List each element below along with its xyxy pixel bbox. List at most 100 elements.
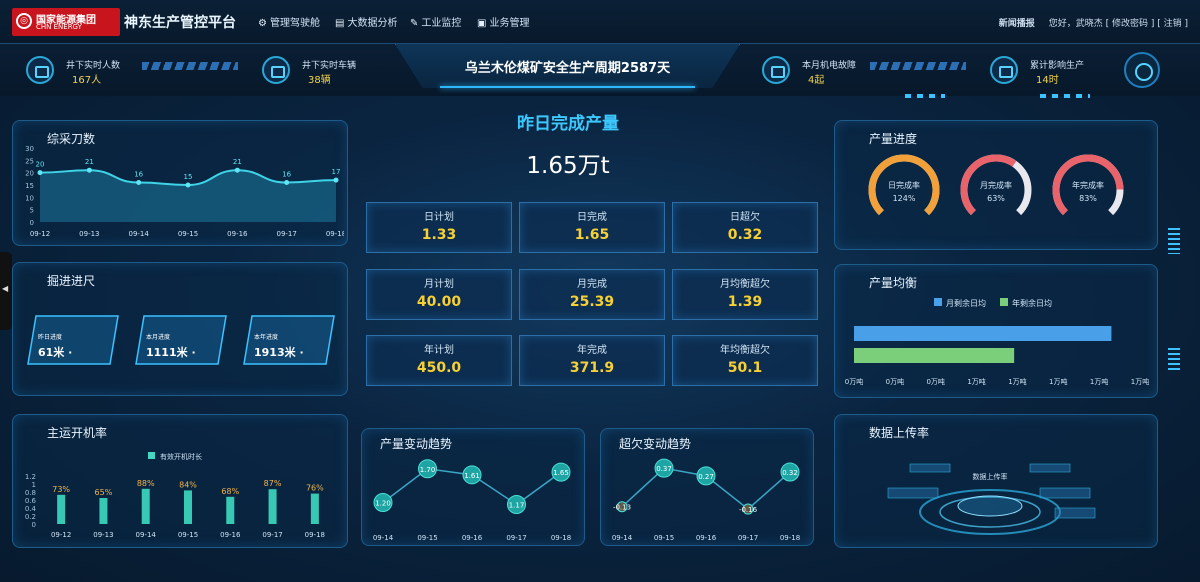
nav-business-management[interactable]: ▣ 业务管理 xyxy=(477,14,529,29)
card-value: 1111米 · xyxy=(146,346,196,359)
x-tick-label: 09-17 xyxy=(738,534,758,542)
nav-management-cockpit[interactable]: ⚙ 管理驾驶舱 xyxy=(258,14,320,29)
data-point xyxy=(136,180,142,186)
box-value: 50.1 xyxy=(727,360,763,376)
menu-toggle-button[interactable] xyxy=(1124,52,1160,88)
legend-label: 有效开机时长 xyxy=(160,452,202,461)
side-collapse-tab[interactable]: ◀ xyxy=(0,252,12,330)
news-broadcast-link[interactable]: 新闻播报 xyxy=(999,19,1035,29)
data-label: 16 xyxy=(134,171,143,179)
stat-underground-vehicles: 井下实时车辆 38辆 xyxy=(262,50,382,90)
nav-industrial-monitoring[interactable]: ✎ 工业监控 xyxy=(410,14,461,29)
fault-icon xyxy=(762,56,790,84)
safety-banner-text: 乌兰木伦煤矿安全生产周期2587天 xyxy=(464,61,671,76)
dash-decoration xyxy=(905,94,945,98)
bar xyxy=(310,493,319,524)
stat-label: 井下实时车辆 xyxy=(302,61,357,71)
data-point xyxy=(333,177,339,183)
clock-icon xyxy=(990,56,1018,84)
x-tick-label: 09-14 xyxy=(136,531,157,539)
user-info[interactable]: 您好，武晓杰 [ 修改密码 ] [ 注销 ] xyxy=(1049,19,1188,29)
panel-title: 数据上传率 xyxy=(869,426,930,440)
bar-label: 87% xyxy=(264,479,282,488)
balance-bar xyxy=(854,326,1112,341)
data-label: 0.32 xyxy=(782,469,798,477)
box-daily-surplus: 日超欠 0.32 xyxy=(672,202,818,253)
stat-electromechanical-faults: 本月机电故障 4起 xyxy=(762,50,882,90)
data-label: 1.65 xyxy=(553,469,569,477)
x-tick-label: 09-13 xyxy=(79,230,99,238)
bar xyxy=(268,489,277,524)
briefcase-icon: ▣ xyxy=(477,18,487,29)
x-tick-label: 09-15 xyxy=(178,531,198,539)
upload-hologram xyxy=(887,463,1096,535)
data-label: -0.13 xyxy=(613,504,631,512)
bar xyxy=(226,496,235,524)
tunneling-card-daily[interactable]: 昨日进度 61米 · xyxy=(26,312,120,368)
legend-label: 月剩余日均 xyxy=(946,299,986,308)
data-label: 1.61 xyxy=(464,472,480,480)
stripe-decoration xyxy=(870,62,966,70)
tunneling-card-yearly[interactable]: 本年进度 1913米 · xyxy=(242,312,336,368)
gauge-label: 月完成率 xyxy=(980,180,1012,190)
box-label: 日完成 xyxy=(577,212,607,223)
legend-swatch xyxy=(148,452,155,459)
box-label: 年完成 xyxy=(577,345,607,356)
box-yearly-plan: 年计划 450.0 xyxy=(366,335,512,386)
banner-underline xyxy=(440,86,695,88)
logo-text-en: CHN ENERGY xyxy=(36,23,82,31)
box-value: 1.33 xyxy=(421,227,457,243)
x-tick-label: 1万吨 xyxy=(1008,377,1026,386)
data-label: 21 xyxy=(85,158,94,166)
panel-title: 产量均衡 xyxy=(869,276,918,290)
x-tick-label: 09-17 xyxy=(506,534,526,542)
bar-label: 68% xyxy=(221,487,239,496)
data-label: 20 xyxy=(36,161,45,169)
y-tick-label: 30 xyxy=(25,145,34,153)
box-value: 450.0 xyxy=(416,360,462,376)
caret-left-icon: ◀ xyxy=(2,284,9,293)
gauge-label: 日完成率 xyxy=(888,180,920,190)
gear-icon: ⚙ xyxy=(258,18,267,29)
stat-value: 4起 xyxy=(808,75,825,86)
chn-energy-logo[interactable]: ◎ 国家能源集团 CHN ENERGY xyxy=(12,8,120,36)
stat-label: 本月机电故障 xyxy=(802,61,857,71)
box-label: 月计划 xyxy=(424,279,454,290)
stat-value: 14时 xyxy=(1036,75,1059,86)
x-tick-label: 09-13 xyxy=(93,531,113,539)
panel-title: 产量进度 xyxy=(869,132,918,146)
data-point xyxy=(37,170,43,176)
box-value: 25.39 xyxy=(569,294,615,310)
box-value: 0.32 xyxy=(727,227,763,243)
data-label: 1.17 xyxy=(509,502,525,510)
tunneling-card-monthly[interactable]: 本月进度 1111米 · xyxy=(134,312,228,368)
x-tick-label: 09-18 xyxy=(551,534,571,542)
x-tick-label: 09-17 xyxy=(262,531,282,539)
upload-center-label: 数据上传率 xyxy=(972,473,1008,481)
balance-chart: 0万吨 0万吨 0万吨 1万吨 1万吨 1万吨 1万吨 1万吨 xyxy=(845,326,1149,386)
y-tick-label: 0.6 xyxy=(25,497,37,505)
x-tick-label: 0万吨 xyxy=(926,377,944,386)
gauge-value: 124% xyxy=(893,194,916,203)
x-tick-label: 09-15 xyxy=(178,230,198,238)
legend-swatch xyxy=(934,298,942,306)
balance-bar xyxy=(854,348,1015,363)
stat-production-impact: 累计影响生产 14时 xyxy=(990,50,1110,90)
nav-label: 大数据分析 xyxy=(347,18,398,29)
x-tick-label: 09-18 xyxy=(780,534,800,542)
box-label: 月均衡超欠 xyxy=(720,279,770,290)
box-value: 1.65 xyxy=(574,227,610,243)
box-value: 371.9 xyxy=(569,360,615,376)
database-icon: ▤ xyxy=(335,18,345,29)
side-decoration xyxy=(1168,348,1180,370)
yesterday-output-title: 昨日完成产量 xyxy=(517,114,619,134)
box-label: 月完成 xyxy=(577,279,607,290)
dash-decoration xyxy=(1040,94,1090,98)
data-point xyxy=(284,180,290,186)
nav-big-data-analysis[interactable]: ▤ 大数据分析 xyxy=(335,14,397,29)
box-monthly-balance: 月均衡超欠 1.39 xyxy=(672,269,818,320)
x-tick-label: 1万吨 xyxy=(1049,377,1067,386)
x-tick-label: 09-14 xyxy=(128,230,149,238)
legend-label: 年剩余日均 xyxy=(1012,299,1052,308)
bar xyxy=(184,490,192,524)
